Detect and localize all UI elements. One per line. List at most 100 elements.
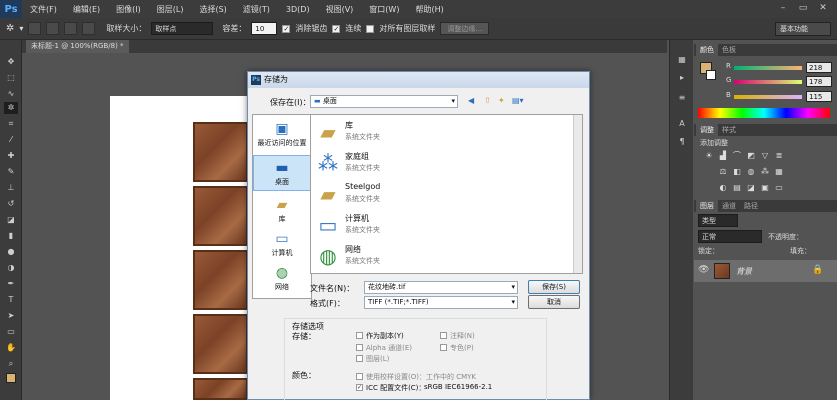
paragraph-panel-icon[interactable]: ¶ xyxy=(675,136,689,148)
workspace-select[interactable]: 基本功能 xyxy=(775,22,831,36)
eye-icon[interactable]: 👁 xyxy=(698,265,709,275)
tab-adjustments[interactable]: 调整 xyxy=(696,124,718,136)
red-value[interactable]: 218 xyxy=(806,62,832,73)
eraser-tool-icon[interactable]: ◪ xyxy=(4,214,18,226)
layer-kind-select[interactable]: 类型 xyxy=(698,214,738,227)
marquee-tool-icon[interactable]: ⬚ xyxy=(4,72,18,84)
color-lookup-icon[interactable]: ▦ xyxy=(774,167,784,176)
pen-tool-icon[interactable]: ✒ xyxy=(4,278,18,290)
blend-mode-select[interactable]: 正常 xyxy=(698,230,762,243)
file-list-scrollbar[interactable] xyxy=(573,115,582,273)
antialias-checkbox[interactable]: ✓ xyxy=(282,24,291,33)
place-network[interactable]: ◍ 网络 xyxy=(253,261,311,297)
actions-panel-icon[interactable]: ▸ xyxy=(675,72,689,84)
path-select-icon[interactable]: ➤ xyxy=(4,310,18,322)
eyedropper-tool-icon[interactable]: ⁄ xyxy=(4,134,18,146)
refine-edge-button[interactable]: 调整边缘... xyxy=(440,22,490,35)
color-balance-icon[interactable]: ⚖ xyxy=(718,167,728,176)
as-copy-checkbox[interactable] xyxy=(356,332,363,339)
view-menu-icon[interactable]: ▤▾ xyxy=(512,96,524,105)
document-tab[interactable]: 未标题-1 @ 100%(RGB/8) * xyxy=(26,40,129,53)
add-selection-icon[interactable] xyxy=(46,22,60,35)
menu-layer[interactable]: 图层(L) xyxy=(149,4,192,15)
green-slider[interactable]: G 178 xyxy=(726,76,836,88)
color-spectrum[interactable] xyxy=(698,108,830,118)
curves-icon[interactable]: ⌒ xyxy=(732,151,742,160)
tolerance-input[interactable]: 10 xyxy=(251,22,278,35)
history-panel-icon[interactable]: ▦ xyxy=(675,54,689,66)
crop-tool-icon[interactable]: ⌗ xyxy=(4,118,18,130)
menu-window[interactable]: 窗口(W) xyxy=(361,4,407,15)
menu-3d[interactable]: 3D(D) xyxy=(278,5,318,14)
stamp-tool-icon[interactable]: ⊥ xyxy=(4,182,18,194)
move-tool-icon[interactable]: ✥ xyxy=(4,56,18,68)
hand-tool-icon[interactable]: ✋ xyxy=(4,342,18,354)
cancel-button[interactable]: 取消 xyxy=(528,295,580,309)
list-item[interactable]: ▰ 库 系统文件夹 xyxy=(313,117,568,147)
tab-paths[interactable]: 路径 xyxy=(740,200,762,212)
new-folder-icon[interactable]: ✦ xyxy=(498,96,505,105)
threshold-icon[interactable]: ◪ xyxy=(746,183,756,192)
format-select[interactable]: TIFF (*.TIF;*.TIFF) ▾ xyxy=(364,296,518,309)
menu-image[interactable]: 图像(I) xyxy=(108,4,149,15)
menu-select[interactable]: 选择(S) xyxy=(191,4,234,15)
selective-color-icon[interactable]: ▣ xyxy=(760,183,770,192)
menu-file[interactable]: 文件(F) xyxy=(22,4,65,15)
tab-swatches[interactable]: 色板 xyxy=(718,44,740,56)
brightness-icon[interactable]: ☀ xyxy=(704,151,714,160)
sample-size-select[interactable]: 取样点 xyxy=(151,22,214,35)
list-item[interactable]: ◍ 网络 系统文件夹 xyxy=(313,241,568,271)
list-item[interactable]: ▭ 计算机 系统文件夹 xyxy=(313,210,568,240)
gradient-map-icon[interactable]: ▭ xyxy=(774,183,784,192)
intersect-selection-icon[interactable] xyxy=(82,22,96,35)
place-desktop[interactable]: ▬ 桌面 xyxy=(253,155,311,191)
maximize-icon[interactable]: ▭ xyxy=(796,2,810,14)
menu-filter[interactable]: 滤镜(T) xyxy=(235,4,278,15)
character-panel-icon[interactable]: A xyxy=(675,118,689,130)
save-in-select[interactable]: ▬ 桌面 ▾ xyxy=(310,95,458,108)
zoom-tool-icon[interactable]: ⌕ xyxy=(4,358,18,370)
channel-mixer-icon[interactable]: ⁂ xyxy=(760,167,770,176)
vibrance-icon[interactable]: ▽ xyxy=(760,151,770,160)
lasso-tool-icon[interactable]: ∿ xyxy=(4,88,18,100)
back-icon[interactable]: ◀ xyxy=(468,96,474,105)
properties-panel-icon[interactable]: ≡ xyxy=(675,92,689,104)
shape-tool-icon[interactable]: ▭ xyxy=(4,326,18,338)
menu-view[interactable]: 视图(V) xyxy=(318,4,362,15)
contiguous-checkbox[interactable]: ✓ xyxy=(332,24,341,33)
tab-styles[interactable]: 样式 xyxy=(718,124,740,136)
list-item[interactable]: ▰ Steelgod 系统文件夹 xyxy=(313,179,568,209)
brush-tool-icon[interactable]: ✎ xyxy=(4,166,18,178)
place-recent[interactable]: ▣ 最近访问的位置 xyxy=(253,117,311,153)
filename-input[interactable]: 花纹地砖.tif ▾ xyxy=(364,281,518,294)
menu-edit[interactable]: 编辑(E) xyxy=(65,4,108,15)
magic-wand-icon[interactable]: ✲ xyxy=(6,23,14,34)
save-button[interactable]: 保存(S) xyxy=(528,280,580,294)
close-icon[interactable]: ✕ xyxy=(816,2,830,14)
place-computer[interactable]: ▭ 计算机 xyxy=(253,227,311,263)
red-slider[interactable]: R 218 xyxy=(726,62,836,74)
gradient-tool-icon[interactable]: ▮ xyxy=(4,230,18,242)
posterize-icon[interactable]: ▤ xyxy=(732,183,742,192)
dodge-tool-icon[interactable]: ◑ xyxy=(4,262,18,274)
place-library[interactable]: ▰ 库 xyxy=(253,193,311,229)
list-item[interactable]: ⁂ 家庭组 系统文件夹 xyxy=(313,148,568,178)
green-value[interactable]: 178 xyxy=(806,76,832,87)
levels-icon[interactable]: ▟ xyxy=(718,151,728,160)
new-selection-icon[interactable] xyxy=(28,22,42,35)
magic-wand-tool-icon[interactable]: ✲ xyxy=(4,102,18,114)
tab-channels[interactable]: 通道 xyxy=(718,200,740,212)
hue-saturation-icon[interactable]: ≣ xyxy=(774,151,784,160)
menu-help[interactable]: 帮助(H) xyxy=(407,4,451,15)
icc-checkbox[interactable]: ✓ xyxy=(356,384,363,391)
foreground-color-swatch[interactable] xyxy=(6,373,16,383)
chevron-down-icon[interactable]: ▾ xyxy=(19,24,23,33)
history-brush-icon[interactable]: ↺ xyxy=(4,198,18,210)
type-tool-icon[interactable]: T xyxy=(4,294,18,306)
black-white-icon[interactable]: ◧ xyxy=(732,167,742,176)
photo-filter-icon[interactable]: ◍ xyxy=(746,167,756,176)
blue-slider[interactable]: B 115 xyxy=(726,91,836,103)
invert-icon[interactable]: ◐ xyxy=(718,183,728,192)
layer-row[interactable]: 👁 背景 🔒 xyxy=(694,260,837,282)
tab-layers[interactable]: 图层 xyxy=(696,200,718,212)
